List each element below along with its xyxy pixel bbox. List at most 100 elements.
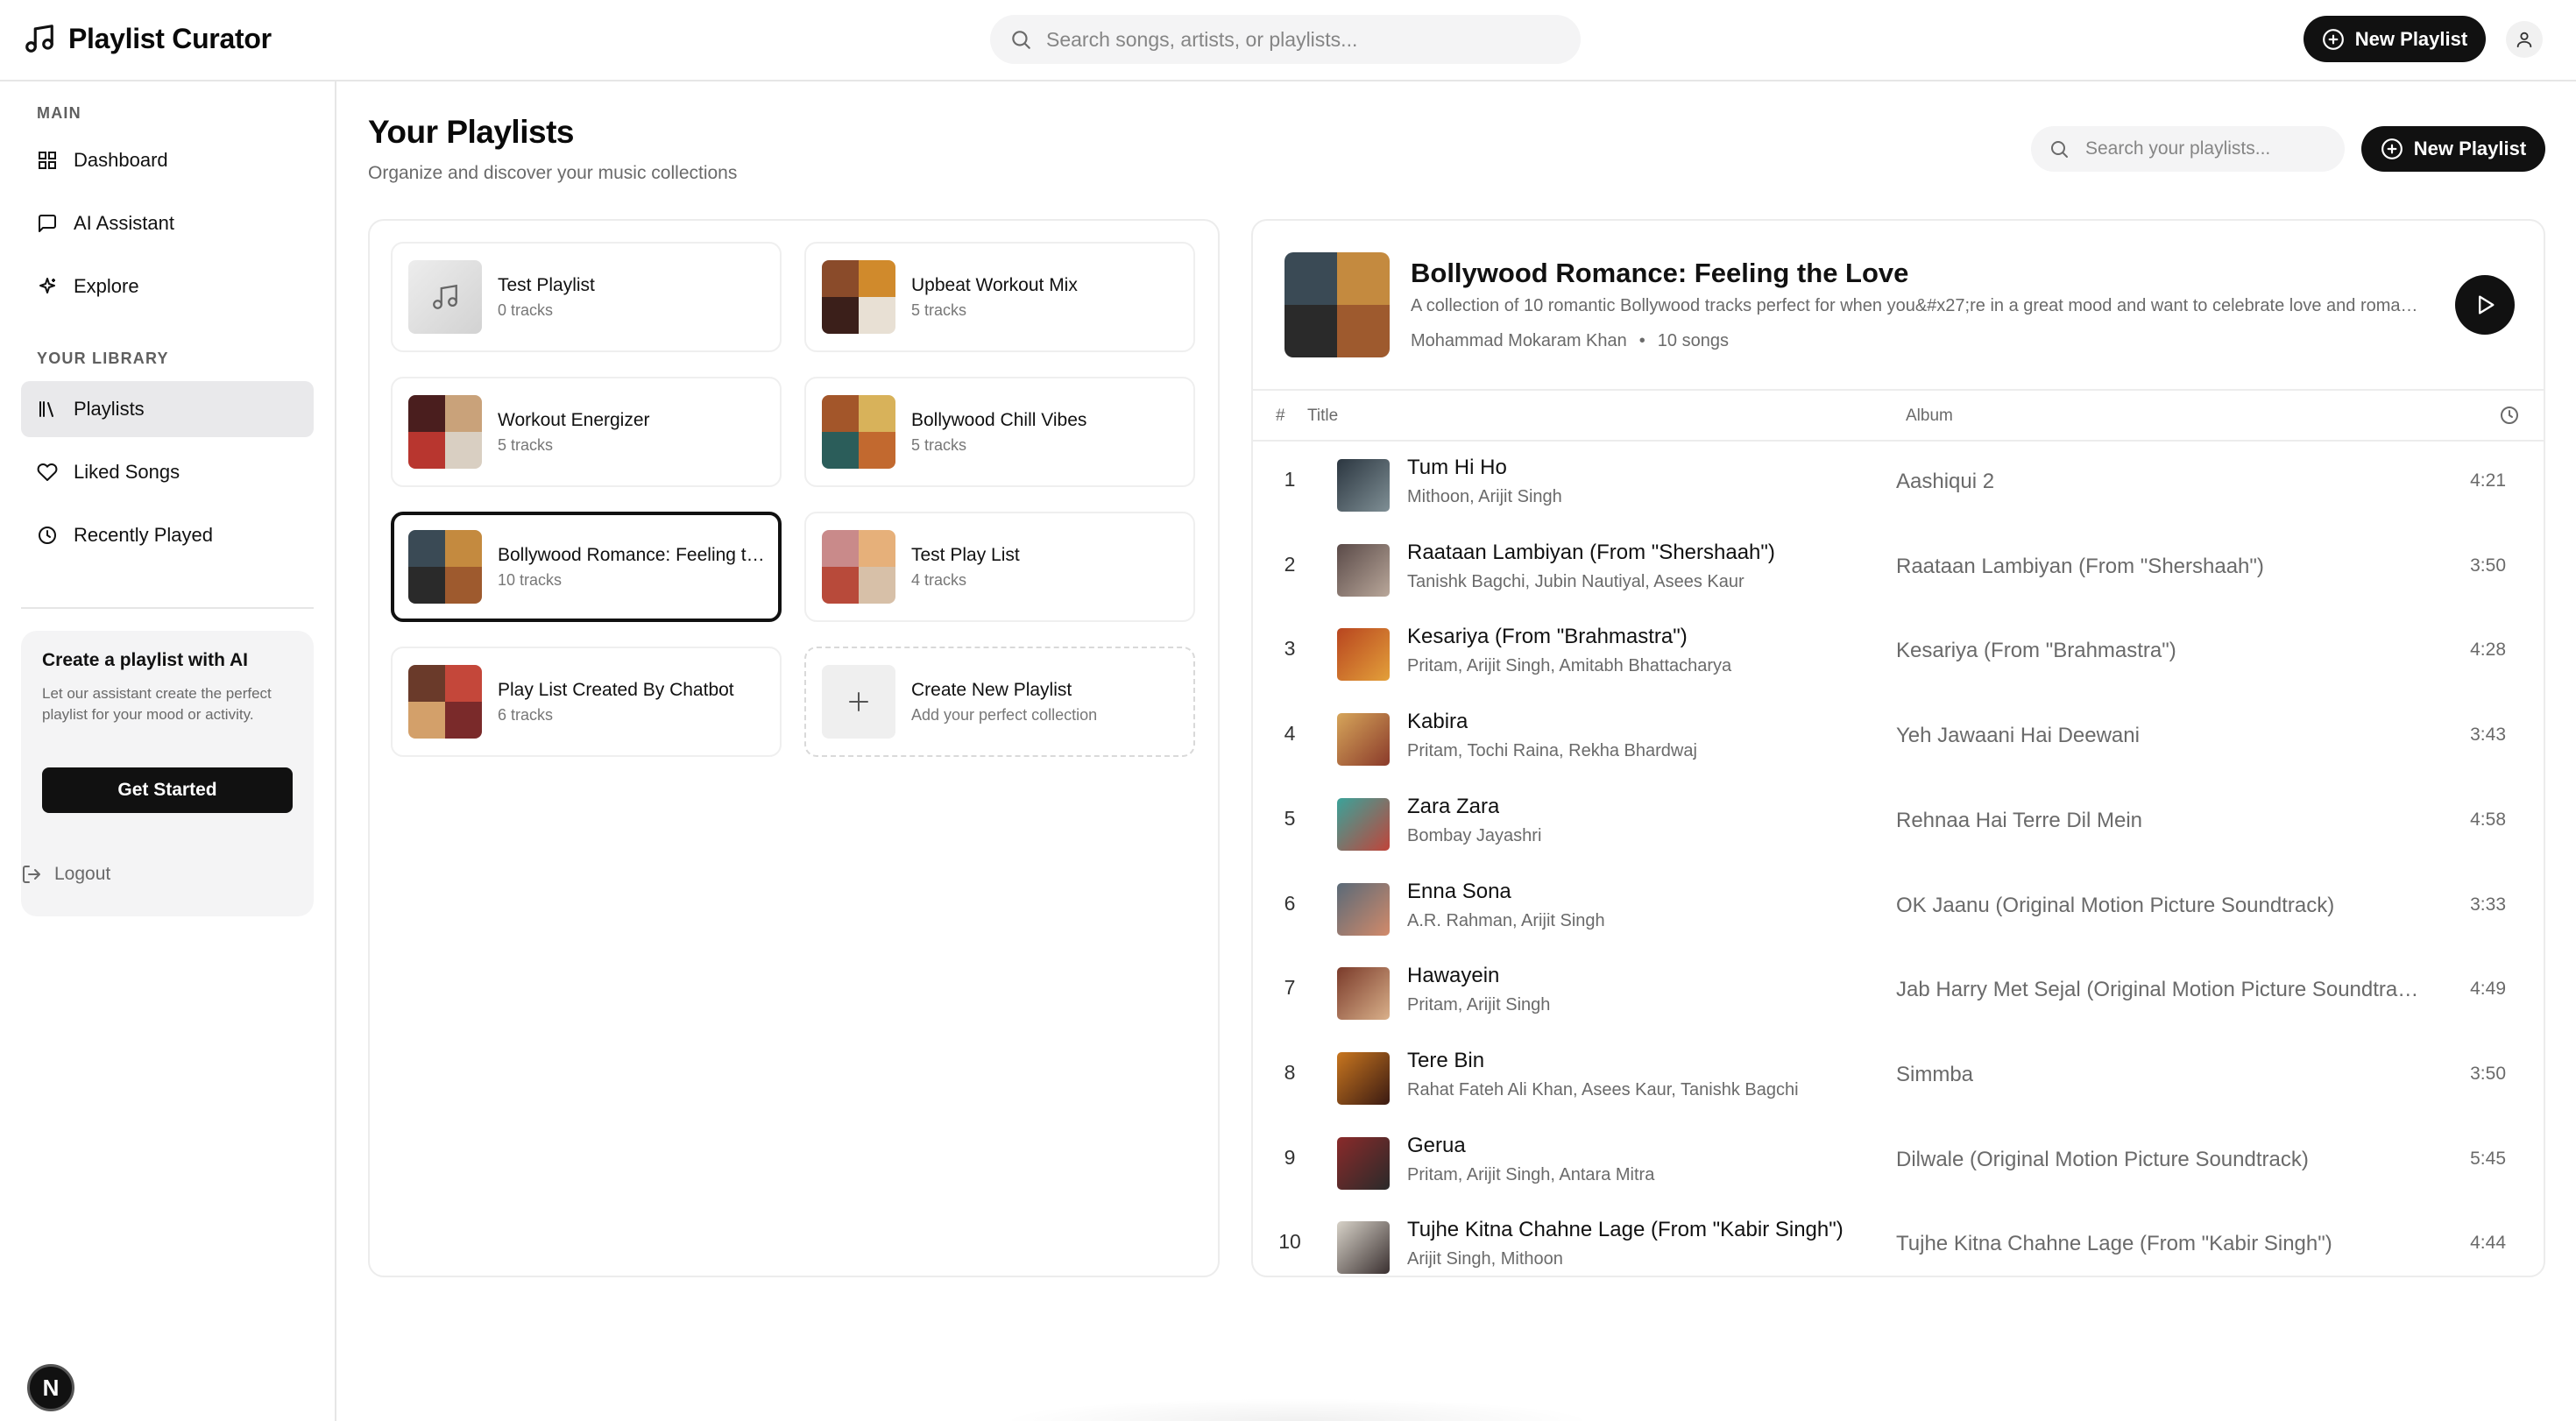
track-duration: 3:43 xyxy=(2470,725,2506,746)
playlist-cover xyxy=(1284,252,1390,357)
playlist-thumbnail xyxy=(408,665,482,739)
ai-card-description: Let our assistant create the perfect pla… xyxy=(42,685,272,723)
top-header: Playlist Curator New Playlist xyxy=(0,0,2576,81)
new-playlist-button[interactable]: New Playlist xyxy=(2361,126,2545,172)
thumbnail-tile xyxy=(445,567,482,604)
track-title: Kesariya (From "Brahmastra") xyxy=(1407,625,1688,649)
thumbnail-tile xyxy=(822,297,859,334)
create-new-playlist-card[interactable]: Create New Playlist Add your perfect col… xyxy=(804,647,1195,757)
track-row[interactable]: 9 Gerua Pritam, Arijit Singh, Antara Mitra… xyxy=(1253,1121,2544,1205)
track-row[interactable]: 2 Raataan Lambiyan (From "Shershaah") Tani… xyxy=(1253,528,2544,612)
track-number: 4 xyxy=(1284,722,1296,746)
playlist-card[interactable]: Play List Created By Chatbot 6 tracks xyxy=(391,647,782,757)
track-row[interactable]: 7 Hawayein Pritam, Arijit Singh Jab Harry M… xyxy=(1253,951,2544,1036)
dev-badge[interactable]: N xyxy=(27,1364,74,1411)
column-album: Album xyxy=(1906,407,1953,425)
playlist-detail-header: Bollywood Romance: Feeling the Love A co… xyxy=(1253,221,2544,391)
brand[interactable]: Playlist Curator xyxy=(23,21,272,56)
global-search[interactable] xyxy=(990,15,1581,64)
track-artwork xyxy=(1337,459,1390,512)
get-started-button[interactable]: Get Started xyxy=(42,767,293,813)
track-artwork xyxy=(1337,543,1390,597)
bottom-shadow xyxy=(999,1398,1595,1421)
sidebar-item-label: Dashboard xyxy=(74,149,168,171)
playlist-detail-title: Bollywood Romance: Feeling the Love xyxy=(1411,258,1909,288)
cover-tile xyxy=(1337,305,1390,357)
playlist-search[interactable] xyxy=(2031,126,2345,172)
playlist-card[interactable]: Upbeat Workout Mix 5 tracks xyxy=(804,242,1195,352)
track-duration: 3:33 xyxy=(2470,894,2506,915)
plus-icon xyxy=(849,692,868,711)
track-number: 1 xyxy=(1284,468,1296,491)
sidebar-item-recently-played[interactable]: Recently Played xyxy=(21,507,314,563)
playlist-card[interactable]: Test Playlist 0 tracks xyxy=(391,242,782,352)
track-row[interactable]: 1 Tum Hi Ho Mithoon, Arijit Singh Aashiqui … xyxy=(1253,443,2544,527)
playlist-name: Bollywood Romance: Feeling the Love xyxy=(498,544,769,565)
track-title: Hawayein xyxy=(1407,964,1500,988)
track-title: Gerua xyxy=(1407,1133,1466,1157)
playlist-track-count: 5 tracks xyxy=(498,435,554,454)
track-row[interactable]: 8 Tere Bin Rahat Fateh Ali Khan, Asees Kau… xyxy=(1253,1036,2544,1121)
track-album: Yeh Jawaani Hai Deewani xyxy=(1896,724,2140,748)
track-title: Tujhe Kitna Chahne Lage (From "Kabir Sin… xyxy=(1407,1218,1844,1242)
logout-button[interactable]: Logout xyxy=(21,864,110,885)
track-row[interactable]: 4 Kabira Pritam, Tochi Raina, Rekha Bhardw… xyxy=(1253,697,2544,781)
playlist-thumbnail xyxy=(822,260,895,334)
user-avatar-button[interactable] xyxy=(2506,21,2543,58)
track-title: Zara Zara xyxy=(1407,794,1500,818)
sidebar-item-playlists[interactable]: Playlists xyxy=(21,381,314,437)
playlist-detail-description: A collection of 10 romantic Bollywood tr… xyxy=(1411,296,2424,315)
sparkles-icon xyxy=(39,278,55,293)
sidebar-item-explore[interactable]: Explore xyxy=(21,258,314,315)
thumbnail-tile xyxy=(822,567,859,604)
sidebar-item-label: Playlists xyxy=(74,398,145,420)
playlist-detail-panel: Bollywood Romance: Feeling the Love A co… xyxy=(1251,219,2545,1277)
thumbnail-tile xyxy=(408,567,445,604)
sidebar-item-dashboard[interactable]: Dashboard xyxy=(21,132,314,188)
playlist-card[interactable]: Bollywood Chill Vibes 5 tracks xyxy=(804,377,1195,487)
track-artists: Pritam, Arijit Singh, Amitabh Bhattachar… xyxy=(1407,656,1732,676)
playlist-name: Upbeat Workout Mix xyxy=(911,274,1078,295)
thumbnail-tile xyxy=(408,432,445,469)
sidebar: MAIN Dashboard AI Assistant Explore YOUR… xyxy=(0,81,336,1421)
playlist-card[interactable]: Test Play List 4 tracks xyxy=(804,512,1195,622)
search-icon xyxy=(1012,31,1030,49)
create-playlist-subtitle: Add your perfect collection xyxy=(911,705,1098,724)
playlist-card[interactable]: Workout Energizer 5 tracks xyxy=(391,377,782,487)
track-artwork xyxy=(1337,882,1390,936)
thumbnail-tile xyxy=(859,432,895,469)
track-artists: Rahat Fateh Ali Khan, Asees Kaur, Tanish… xyxy=(1407,1079,1799,1099)
thumbnail-tile xyxy=(408,395,445,432)
track-row[interactable]: 6 Enna Sona A.R. Rahman, Arijit Singh OK Ja… xyxy=(1253,867,2544,951)
track-artists: Arijit Singh, Mithoon xyxy=(1407,1249,1563,1269)
thumbnail-tile xyxy=(445,702,482,739)
sidebar-item-liked-songs[interactable]: Liked Songs xyxy=(21,444,314,500)
track-row[interactable]: 5 Zara Zara Bombay Jayashri Rehnaa Hai Terr… xyxy=(1253,782,2544,866)
header-new-playlist-button[interactable]: New Playlist xyxy=(2304,16,2486,62)
play-button[interactable] xyxy=(2455,275,2515,335)
track-album: Raataan Lambiyan (From "Shershaah") xyxy=(1896,554,2264,578)
sidebar-item-ai-assistant[interactable]: AI Assistant xyxy=(21,195,314,251)
playlist-card-selected[interactable]: Bollywood Romance: Feeling the Love 10 t… xyxy=(391,512,782,622)
user-icon xyxy=(2516,32,2532,48)
thumbnail-tile xyxy=(445,665,482,702)
column-number: # xyxy=(1276,407,1285,425)
thumbnail-tile xyxy=(445,530,482,567)
track-row[interactable]: 10 Tujhe Kitna Chahne Lage (From "Kabir S… xyxy=(1253,1205,2544,1276)
track-artists: Pritam, Tochi Raina, Rekha Bhardwaj xyxy=(1407,741,1697,761)
track-artists: Pritam, Arijit Singh xyxy=(1407,995,1551,1015)
track-title: Kabira xyxy=(1407,710,1468,734)
thumbnail-tile xyxy=(445,432,482,469)
playlist-grid-panel: Test Playlist 0 tracks Upbeat Workout Mi… xyxy=(368,219,1220,1277)
global-search-input[interactable] xyxy=(1046,27,1554,52)
playlist-search-input[interactable] xyxy=(2085,138,2339,159)
logout-label: Logout xyxy=(54,864,111,884)
heart-icon xyxy=(37,463,58,481)
sidebar-section-library: YOUR LIBRARY xyxy=(37,350,169,367)
track-artwork xyxy=(1337,713,1390,767)
dashboard-icon xyxy=(39,152,56,169)
thumbnail-tile xyxy=(822,432,859,469)
track-album: Jab Harry Met Sejal (Original Motion Pic… xyxy=(1896,978,2425,1002)
playlist-song-count: 10 songs xyxy=(1657,331,1729,350)
track-row[interactable]: 3 Kesariya (From "Brahmastra") Pritam, Ari… xyxy=(1253,612,2544,696)
